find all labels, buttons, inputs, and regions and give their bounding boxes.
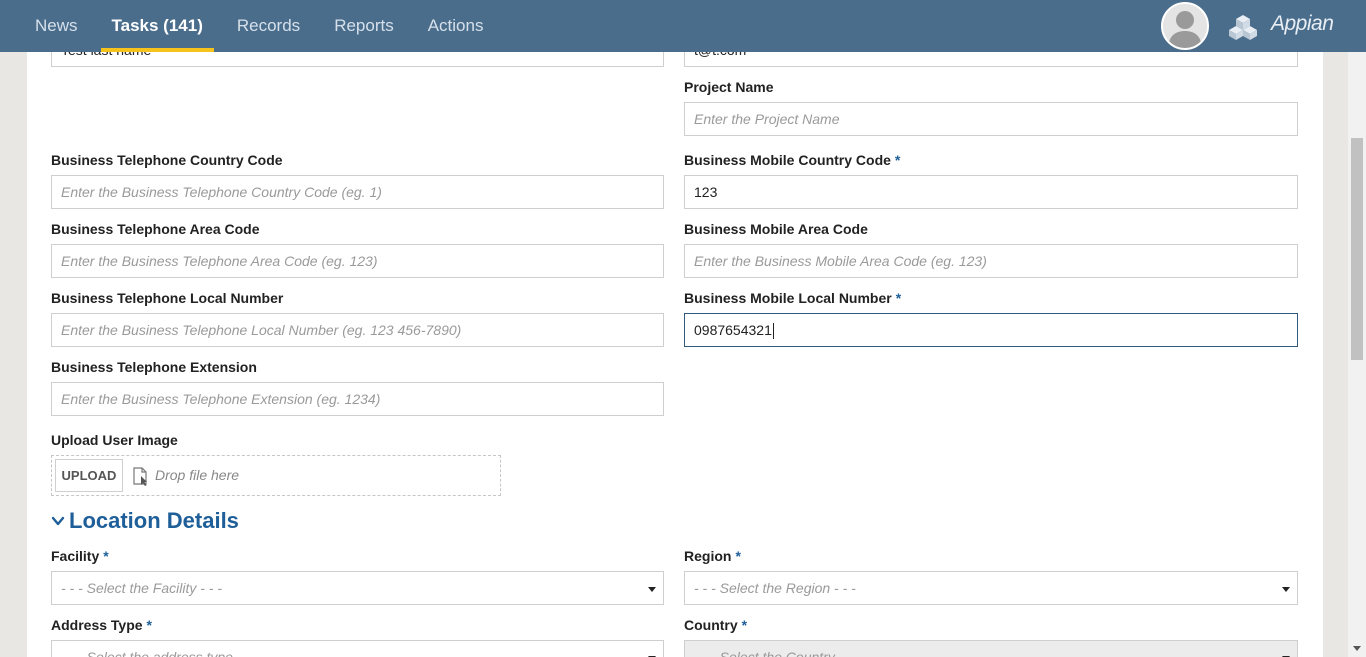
- project-name-input[interactable]: Enter the Project Name: [684, 102, 1298, 136]
- mobile-local-number-label: Business Mobile Local Number *: [684, 290, 901, 306]
- top-nav-bar: News Tasks (141) Records Reports Actions…: [0, 0, 1366, 52]
- country-select-value: - - - Select the Country - - -: [694, 649, 861, 657]
- appian-logo-text[interactable]: Appian: [1271, 12, 1334, 36]
- region-label: Region *: [684, 548, 741, 564]
- tab-news[interactable]: News: [18, 0, 95, 52]
- tab-actions[interactable]: Actions: [411, 0, 501, 52]
- facility-select[interactable]: - - - Select the Facility - - -: [51, 571, 664, 605]
- mobile-area-code-input[interactable]: Enter the Business Mobile Area Code (eg.…: [684, 244, 1298, 278]
- chevron-down-icon: [51, 516, 65, 526]
- scrollbar-thumb[interactable]: [1351, 138, 1363, 360]
- mobile-local-number-value: 0987654321: [694, 322, 772, 338]
- tel-local-number-label: Business Telephone Local Number: [51, 290, 284, 306]
- mobile-local-number-input[interactable]: 0987654321: [684, 313, 1298, 347]
- facility-select-value: - - - Select the Facility - - -: [61, 580, 223, 596]
- select-arrow-icon: [648, 587, 656, 592]
- scroll-down-arrow-icon[interactable]: [1353, 646, 1361, 651]
- required-marker: *: [146, 617, 152, 633]
- tab-reports[interactable]: Reports: [317, 0, 411, 52]
- file-icon: [133, 467, 147, 486]
- region-select[interactable]: - - - Select the Region - - -: [684, 571, 1298, 605]
- address-type-select[interactable]: - - - Select the address type - - -: [51, 640, 664, 657]
- drop-file-text: Drop file here: [155, 467, 240, 483]
- region-select-value: - - - Select the Region - - -: [694, 580, 856, 596]
- tab-records[interactable]: Records: [220, 0, 317, 52]
- country-label-text: Country: [684, 617, 738, 633]
- tel-country-code-input[interactable]: Enter the Business Telephone Country Cod…: [51, 175, 664, 209]
- page-scrollbar[interactable]: [1348, 52, 1366, 657]
- facility-label-text: Facility: [51, 548, 100, 564]
- upload-dropzone[interactable]: UPLOAD Drop file here: [51, 455, 501, 496]
- facility-label: Facility *: [51, 548, 109, 564]
- tab-tasks[interactable]: Tasks (141): [95, 0, 220, 52]
- upload-button[interactable]: UPLOAD: [55, 459, 123, 492]
- location-details-header[interactable]: Location Details: [51, 508, 239, 534]
- user-silhouette: [1163, 4, 1207, 48]
- section-title: Location Details: [69, 508, 239, 533]
- country-label: Country *: [684, 617, 747, 633]
- region-label-text: Region: [684, 548, 732, 564]
- tel-extension-input[interactable]: Enter the Business Telephone Extension (…: [51, 382, 664, 416]
- mobile-country-code-label: Business Mobile Country Code *: [684, 152, 900, 168]
- required-marker: *: [735, 548, 741, 564]
- required-marker: *: [103, 548, 109, 564]
- address-type-label-text: Address Type: [51, 617, 143, 633]
- required-marker: *: [894, 152, 901, 168]
- required-marker: *: [741, 617, 748, 633]
- tel-extension-label: Business Telephone Extension: [51, 359, 257, 375]
- mobile-local-number-label-text: Business Mobile Local Number: [684, 290, 892, 306]
- text-caret: [772, 323, 774, 340]
- mobile-country-code-label-text: Business Mobile Country Code: [684, 152, 891, 168]
- mobile-area-code-label: Business Mobile Area Code: [684, 221, 868, 237]
- appian-cubes-icon: [1229, 15, 1257, 40]
- tel-area-code-label: Business Telephone Area Code: [51, 221, 260, 237]
- upload-image-label: Upload User Image: [51, 432, 178, 448]
- tel-country-code-label: Business Telephone Country Code: [51, 152, 283, 168]
- nav-tabs: News Tasks (141) Records Reports Actions: [18, 0, 500, 52]
- address-type-label: Address Type *: [51, 617, 152, 633]
- tel-local-number-input[interactable]: Enter the Business Telephone Local Numbe…: [51, 313, 664, 347]
- country-select[interactable]: - - - Select the Country - - -: [684, 640, 1298, 657]
- user-avatar-icon[interactable]: [1161, 2, 1209, 50]
- project-name-label: Project Name: [684, 79, 774, 95]
- tel-area-code-input[interactable]: Enter the Business Telephone Area Code (…: [51, 244, 664, 278]
- select-arrow-icon: [1282, 587, 1290, 592]
- mobile-country-code-input[interactable]: 123: [684, 175, 1298, 209]
- required-marker: *: [895, 290, 902, 306]
- address-type-select-value: - - - Select the address type - - -: [61, 649, 259, 657]
